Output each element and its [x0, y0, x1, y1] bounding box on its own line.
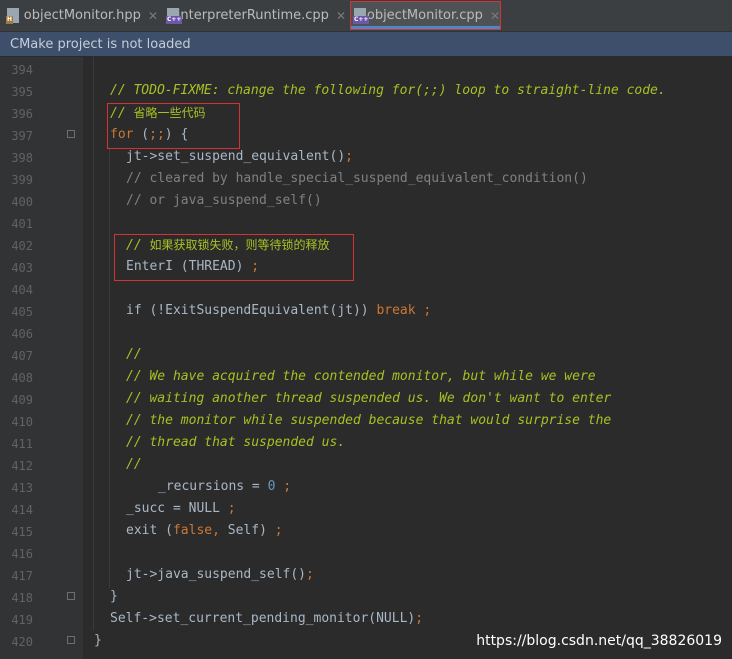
- code-line-405: if (!ExitSuspendEquivalent(jt)) break ;: [126, 303, 432, 318]
- code-line-413: _recursions = 0 ;: [158, 479, 292, 494]
- code-line-410: // the monitor while suspended because t…: [126, 413, 612, 428]
- code-line-395: // TODO-FIXME: change the following for(…: [110, 83, 666, 98]
- code-line-414: _succ = NULL ;: [126, 501, 236, 516]
- code-line-417: jt->java_suspend_self();: [126, 567, 314, 582]
- code-line-420: }: [94, 633, 102, 648]
- code-editor[interactable]: // TODO-FIXME: change the following for(…: [0, 0, 732, 659]
- code-line-398: jt->set_suspend_equivalent();: [126, 149, 353, 164]
- code-line-418: }: [110, 589, 118, 604]
- code-line-419: Self->set_current_pending_monitor(NULL);: [110, 611, 424, 626]
- annotation-box-for-loop: [107, 103, 240, 149]
- code-line-409: // waiting another thread suspended us. …: [126, 391, 612, 406]
- code-line-412: //: [126, 457, 142, 472]
- code-line-407: //: [126, 347, 142, 362]
- code-line-399: // cleared by handle_special_suspend_equ…: [126, 171, 588, 186]
- code-line-408: // We have acquired the contended monito…: [126, 369, 596, 384]
- watermark: https://blog.csdn.net/qq_38826019: [476, 633, 722, 649]
- code-line-415: exit (false, Self) ;: [126, 523, 283, 538]
- indent-guide: [109, 147, 110, 588]
- code-line-411: // thread that suspended us.: [126, 435, 346, 450]
- annotation-box-enteri: [114, 234, 354, 281]
- indent-guide: [93, 57, 94, 630]
- code-line-400: // or java_suspend_self(): [126, 193, 322, 208]
